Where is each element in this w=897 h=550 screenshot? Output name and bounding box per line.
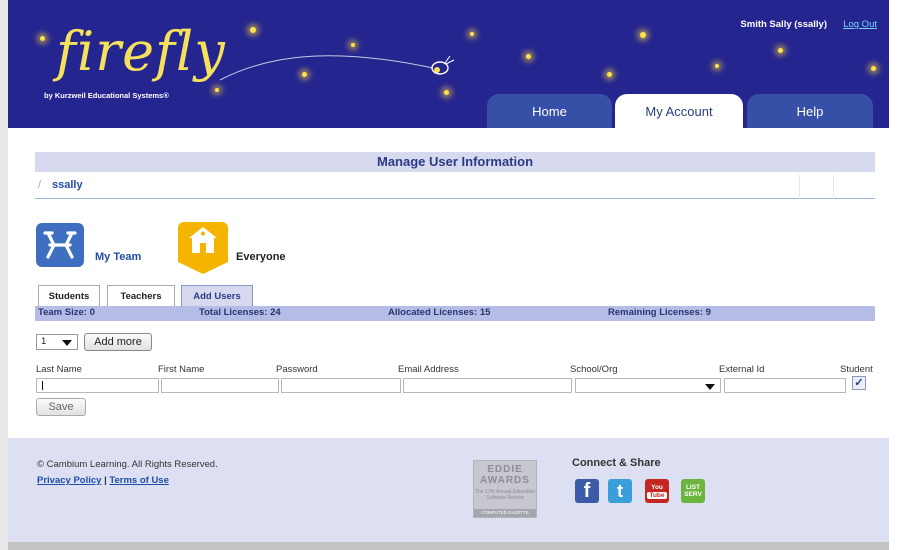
- chevron-down-icon: [705, 384, 715, 390]
- schoolhouse-icon-tab: [178, 262, 228, 274]
- license-stats-bar: Team Size: 0 Total Licenses: 24 Allocate…: [35, 306, 875, 321]
- firefly-glow: [871, 66, 876, 71]
- firefly-glow: [640, 32, 646, 38]
- firefly-icon: [219, 55, 455, 81]
- firefly-glow: [607, 72, 612, 77]
- remaining-licenses: Remaining Licenses: 9: [608, 307, 711, 318]
- add-more-button[interactable]: Add more: [84, 333, 152, 351]
- col-last-name: Last Name: [36, 364, 82, 375]
- col-email: Email Address: [398, 364, 459, 375]
- firefly-glow: [250, 27, 256, 33]
- left-edge: [0, 0, 8, 550]
- total-licenses: Total Licenses: 24: [199, 307, 281, 318]
- everyone-label: Everyone: [236, 251, 286, 263]
- page-title: Manage User Information: [35, 152, 875, 172]
- terms-of-use-link[interactable]: Terms of Use: [109, 475, 168, 486]
- listserv-icon[interactable]: LIST SERV: [681, 479, 705, 503]
- footer-links: Privacy Policy | Terms of Use: [37, 475, 169, 486]
- school-org-select[interactable]: [575, 378, 721, 393]
- facebook-icon[interactable]: f: [575, 479, 599, 503]
- firefly-glow: [444, 90, 449, 95]
- divider: [799, 175, 800, 199]
- listserv-serv: SERV: [684, 491, 702, 498]
- firefly-logo: firefly: [56, 20, 226, 83]
- user-name: Smith Sally (ssally): [740, 19, 827, 30]
- col-external-id: External Id: [719, 364, 765, 375]
- allocated-licenses: Allocated Licenses: 15: [388, 307, 491, 318]
- breadcrumb: / ssally: [35, 175, 875, 199]
- breadcrumb-separator: /: [38, 179, 42, 191]
- team-size: Team Size: 0: [38, 307, 95, 318]
- schoolhouse-icon[interactable]: [178, 222, 228, 262]
- row-count-value: 1: [41, 336, 47, 347]
- firefly-glow: [778, 48, 783, 53]
- privacy-policy-link[interactable]: Privacy Policy: [37, 475, 101, 486]
- tab-students[interactable]: Students: [38, 285, 100, 306]
- tab-teachers[interactable]: Teachers: [107, 285, 175, 306]
- tab-add-users[interactable]: Add Users: [181, 285, 253, 306]
- breadcrumb-user[interactable]: ssally: [52, 179, 83, 191]
- eddie-award-badge: EDDIE AWARDS The 17th Annual Education S…: [473, 460, 537, 518]
- footer: © Cambium Learning. All Rights Reserved.…: [8, 438, 889, 542]
- connect-share-title: Connect & Share: [572, 457, 661, 469]
- tab-help[interactable]: Help: [747, 94, 873, 128]
- col-school-org: School/Org: [570, 364, 618, 375]
- listserv-list: LIST: [685, 484, 701, 491]
- firefly-glow: [526, 54, 531, 59]
- col-student: Student: [840, 364, 873, 375]
- youtube-you: You: [651, 483, 663, 491]
- col-first-name: First Name: [158, 364, 205, 375]
- last-name-field[interactable]: [36, 378, 159, 393]
- twitter-icon[interactable]: t: [608, 479, 632, 503]
- save-button[interactable]: Save: [36, 398, 86, 416]
- logo-subtitle: by Kurzweil Educational Systems®: [44, 91, 169, 100]
- award-line4: COMPUTED GAZETTE: [474, 509, 536, 517]
- logout-link[interactable]: Log Out: [843, 19, 877, 30]
- app-header: firefly by Kurzweil Educational Systems®…: [8, 0, 889, 128]
- tab-my-account[interactable]: My Account: [615, 94, 743, 128]
- my-team-link[interactable]: My Team: [95, 251, 141, 263]
- firefly-glow: [715, 64, 719, 68]
- external-id-field[interactable]: [724, 378, 846, 393]
- password-field[interactable]: [281, 378, 401, 393]
- divider: [833, 175, 834, 199]
- award-line2: AWARDS: [480, 475, 530, 486]
- team-chairs-icon[interactable]: [36, 223, 84, 267]
- link-separator: |: [104, 475, 107, 486]
- first-name-field[interactable]: [161, 378, 279, 393]
- bottom-strip: [8, 542, 889, 550]
- row-count-select[interactable]: 1: [36, 334, 78, 350]
- award-line1: EDDIE: [487, 464, 523, 475]
- page: firefly by Kurzweil Educational Systems®…: [0, 0, 897, 550]
- award-line3: The 17th Annual Education Software Revie…: [474, 489, 536, 501]
- tab-home[interactable]: Home: [487, 94, 612, 128]
- firefly-glow: [470, 32, 474, 36]
- col-password: Password: [276, 364, 318, 375]
- firefly-glow: [40, 36, 45, 41]
- youtube-tube: Tube: [647, 491, 667, 499]
- chevron-down-icon: [62, 340, 72, 346]
- copyright: © Cambium Learning. All Rights Reserved.: [37, 459, 218, 470]
- email-field[interactable]: [403, 378, 572, 393]
- youtube-icon[interactable]: You Tube: [645, 479, 669, 503]
- student-checkbox[interactable]: ✓: [852, 376, 866, 390]
